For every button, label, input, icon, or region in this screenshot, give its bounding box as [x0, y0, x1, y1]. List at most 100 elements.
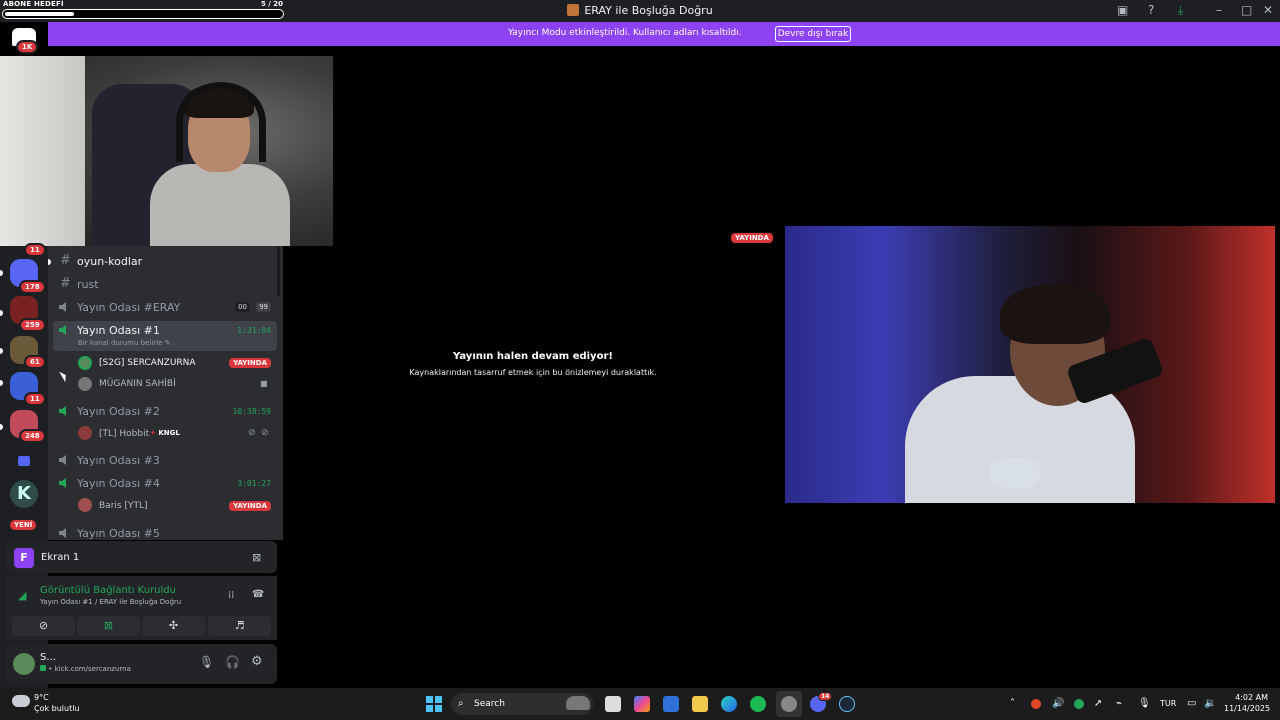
microphone-icon[interactable]: 🎙: [199, 655, 214, 669]
stream-paused-subtitle: Kaynaklarından tasarruf etmek için bu ön…: [409, 368, 657, 377]
weather-description[interactable]: Çok bulutlu: [34, 704, 80, 713]
video-glass: [990, 458, 1040, 488]
server-badge: 259: [19, 318, 46, 332]
screen-share-button[interactable]: ⊠: [77, 616, 140, 636]
server-icon-k[interactable]: K: [10, 480, 38, 508]
search-placeholder: Search: [474, 699, 505, 709]
clock-time[interactable]: 4:02 AM: [1224, 693, 1268, 702]
soundboard-icon: ♬: [234, 619, 245, 632]
avatar: [78, 426, 92, 440]
file-explorer-icon[interactable]: [692, 696, 708, 712]
disable-streamer-mode-button[interactable]: Devre dışı bırak: [775, 26, 851, 42]
banner-text: Yayıncı Modu etkinleştirildi. Kullanıcı …: [508, 28, 742, 38]
voice-user[interactable]: [S2G] SERCANZURNA: [99, 358, 196, 368]
signal-icon[interactable]: ◢: [18, 589, 26, 602]
voice-user[interactable]: Baris [YTL]: [99, 501, 147, 511]
channel-timer: 1:31:04: [237, 326, 271, 335]
mic-tray-icon[interactable]: 🎙: [1138, 698, 1151, 709]
webcam-person-body: [150, 164, 290, 246]
server-badge: 61: [24, 355, 46, 369]
tray-status-icon[interactable]: [1074, 699, 1084, 709]
headphones-icon[interactable]: 🎧: [225, 655, 240, 669]
screen-share-label: Ekran 1: [41, 552, 80, 563]
volume-icon[interactable]: 🔊: [1052, 698, 1064, 709]
live-badge: YAYINDA: [229, 501, 271, 511]
screen-share-icon: ⊠: [103, 619, 114, 632]
speaker-icon[interactable]: 🔉: [1204, 698, 1216, 709]
close-window-icon[interactable]: ✕: [1263, 3, 1273, 17]
muted-mic-icon: ⊘: [248, 428, 256, 438]
speaker-icon: [59, 455, 66, 465]
voice-user[interactable]: [TL] Hobbit: [99, 429, 149, 439]
goal-progress-bar: [2, 9, 284, 19]
hash-icon: #: [60, 276, 71, 291]
stream-paused-title: Yayının halen devam ediyor!: [453, 351, 613, 362]
channel-status-hint[interactable]: Bir kanal durumu belirle ✎: [78, 339, 171, 347]
voice-location[interactable]: Yayın Odası #1 / ERAY ile Boşluğa Doğru: [40, 598, 181, 606]
goal-count: 5 / 20: [261, 0, 284, 8]
camera-off-icon: ⊘: [38, 619, 49, 632]
chevron-up-icon[interactable]: ˄: [1010, 698, 1015, 709]
tray-icon[interactable]: ⌁: [1116, 698, 1122, 709]
user-avatar[interactable]: [13, 653, 35, 675]
streamer-mode-banner: Yayıncı Modu etkinleştirildi. Kullanıcı …: [48, 22, 1280, 46]
camera-toggle-button[interactable]: ⊘: [12, 616, 75, 636]
copilot-icon[interactable]: [634, 696, 650, 712]
tray-arrow-icon[interactable]: ➚: [1094, 698, 1102, 709]
pencil-icon: ✎: [164, 339, 171, 347]
download-icon[interactable]: ⤓: [1178, 3, 1183, 18]
windows-start-icon[interactable]: [426, 696, 442, 712]
disconnect-icon[interactable]: ☎: [252, 589, 264, 600]
network-icon[interactable]: ▭: [1187, 698, 1196, 709]
video-person-hair: [1000, 284, 1110, 344]
stop-share-icon[interactable]: ⊠: [252, 551, 261, 564]
channel-timer: 10:38:59: [232, 407, 271, 416]
discord-badge: 14: [818, 692, 833, 701]
server-badge: 248: [19, 429, 46, 443]
hash-icon: #: [60, 253, 71, 268]
new-badge: YENİ: [8, 518, 39, 532]
steam-icon[interactable]: [839, 696, 855, 712]
weather-temperature[interactable]: 9°C: [34, 693, 49, 702]
cloud-icon[interactable]: [12, 695, 30, 707]
help-icon[interactable]: ?: [1148, 3, 1154, 17]
avatar: [78, 356, 92, 370]
screen-avatar: F: [14, 548, 34, 568]
task-view-icon[interactable]: [605, 696, 621, 712]
language-indicator[interactable]: TUR: [1160, 699, 1176, 708]
store-icon[interactable]: [663, 696, 679, 712]
clock-date[interactable]: 11/14/2025: [1224, 704, 1270, 713]
search-highlight-icon: [566, 696, 590, 710]
webcam-overlay: [0, 56, 333, 246]
soundboard-icon[interactable]: ⁞⁞: [228, 590, 234, 601]
user-status: • kick.com/sercanzurna: [40, 665, 131, 673]
activities-icon: ✣: [168, 619, 179, 632]
edge-icon[interactable]: [721, 696, 737, 712]
live-badge: YAYINDA: [229, 358, 271, 368]
stream-video[interactable]: [785, 226, 1275, 503]
maximize-icon[interactable]: □: [1241, 3, 1252, 17]
tag-icon: ✦: [150, 429, 156, 437]
voice-status[interactable]: Görüntülü Bağlantı Kuruldu: [40, 585, 176, 596]
user-tag: ✦ KNGL: [150, 429, 180, 437]
search-icon: ⌕: [458, 698, 464, 709]
settings-gear-icon[interactable]: ⚙: [251, 654, 263, 669]
inbox-icon[interactable]: ▣: [1117, 3, 1128, 17]
speaker-icon: [59, 406, 66, 416]
voice-user[interactable]: MÜGANIN SAHİBİ: [99, 379, 176, 389]
folder-icon[interactable]: [18, 456, 30, 466]
app-icon: [567, 4, 580, 16]
video-icon: ■: [260, 379, 268, 388]
activities-button[interactable]: ✣: [142, 616, 205, 636]
channel-scrollbar[interactable]: [277, 246, 280, 296]
spotify-icon[interactable]: [750, 696, 766, 712]
soundboard-button[interactable]: ♬: [208, 616, 271, 636]
goal-progress-fill: [5, 12, 74, 16]
avatar: [78, 377, 92, 391]
tray-app-icon[interactable]: [1031, 699, 1041, 709]
speaker-icon: [59, 528, 66, 538]
obs-icon[interactable]: [781, 696, 797, 712]
minimize-icon[interactable]: –: [1216, 3, 1222, 17]
speaker-icon: [59, 325, 66, 335]
user-limit: 99: [256, 302, 271, 312]
